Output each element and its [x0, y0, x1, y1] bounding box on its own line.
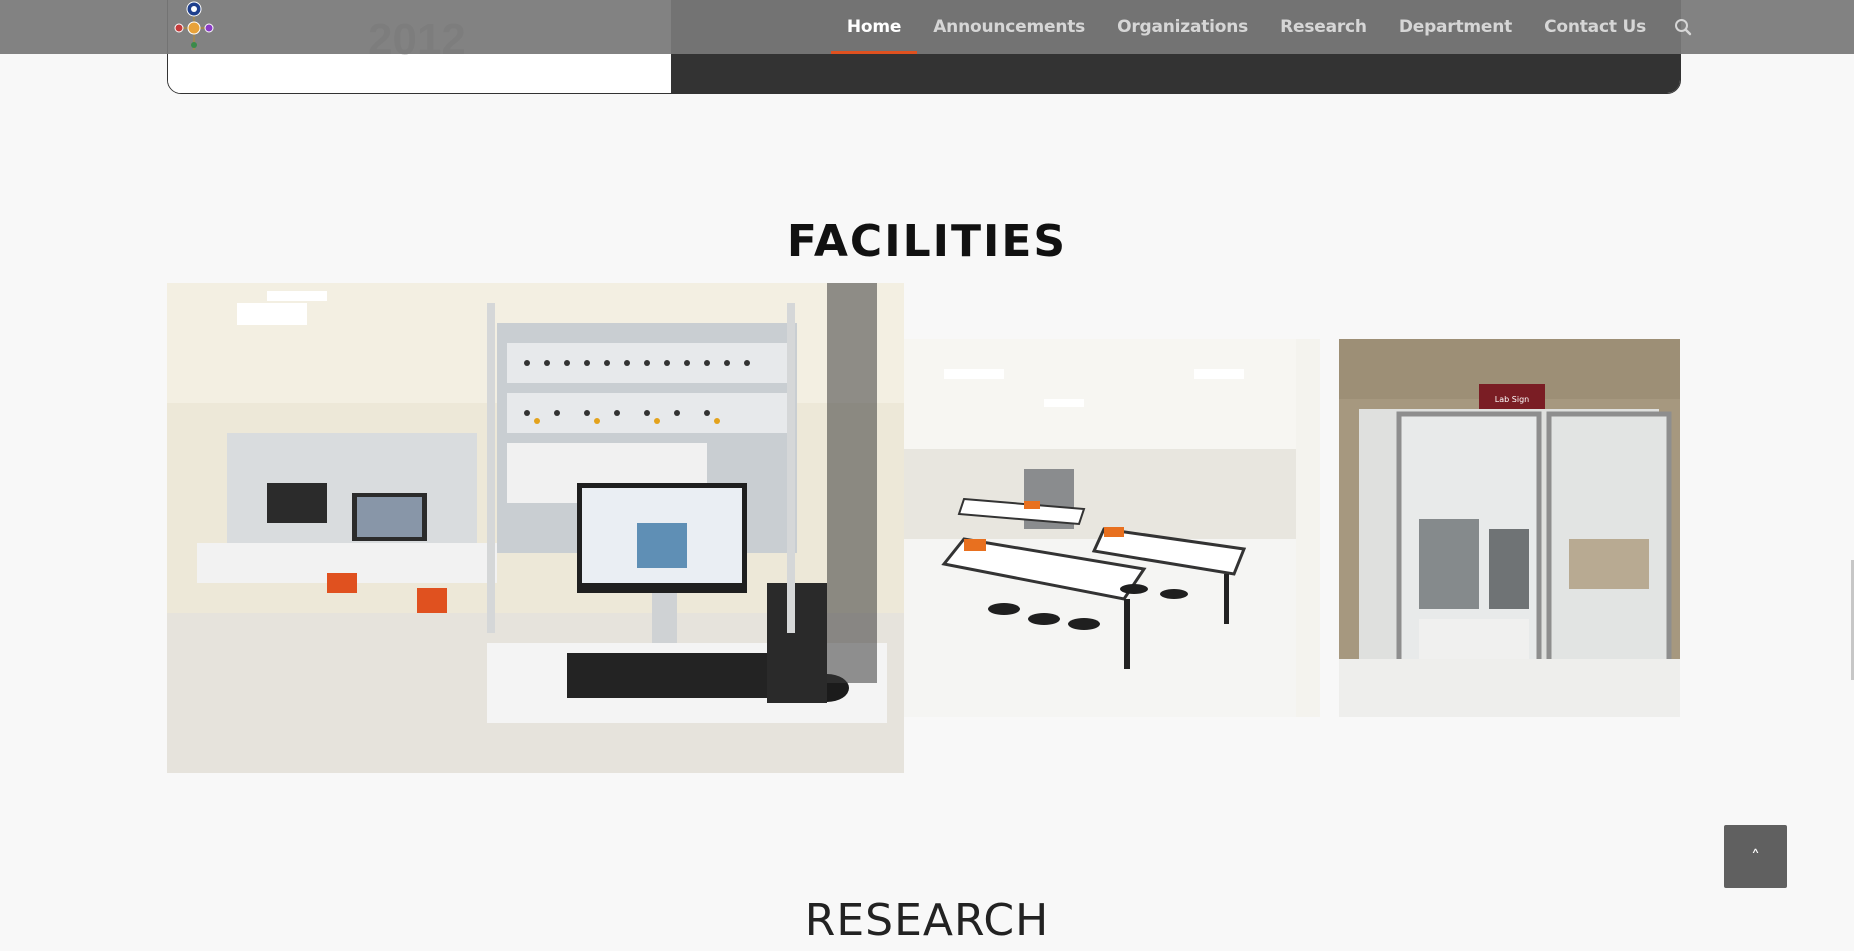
- top-navigation-bar: Home Announcements Organizations Researc…: [0, 0, 1854, 54]
- nav-organizations[interactable]: Organizations: [1101, 0, 1264, 54]
- facilities-heading: FACILITIES: [786, 216, 1068, 267]
- main-navigation: Home Announcements Organizations Researc…: [830, 0, 1704, 54]
- scroll-to-top-button[interactable]: ˄: [1724, 825, 1787, 888]
- materials-testing-laboratory-photo[interactable]: Lab Sign: [1339, 339, 1680, 717]
- nav-home[interactable]: Home: [830, 0, 918, 54]
- nav-announcements[interactable]: Announcements: [917, 0, 1101, 54]
- nav-research[interactable]: Research: [1264, 0, 1383, 54]
- search-icon[interactable]: [1662, 0, 1704, 54]
- chevron-up-icon: ˄: [1751, 847, 1760, 868]
- classroom-tables-photo[interactable]: [904, 339, 1320, 717]
- nav-contact-us[interactable]: Contact Us: [1528, 0, 1662, 54]
- college-emblem-icon[interactable]: [170, 0, 218, 54]
- nav-department[interactable]: Department: [1383, 0, 1528, 54]
- research-heading: RESEARCH: [804, 895, 1050, 946]
- electrical-lab-workstations-photo[interactable]: [167, 283, 904, 773]
- svg-text:Lab Sign: Lab Sign: [1495, 395, 1529, 404]
